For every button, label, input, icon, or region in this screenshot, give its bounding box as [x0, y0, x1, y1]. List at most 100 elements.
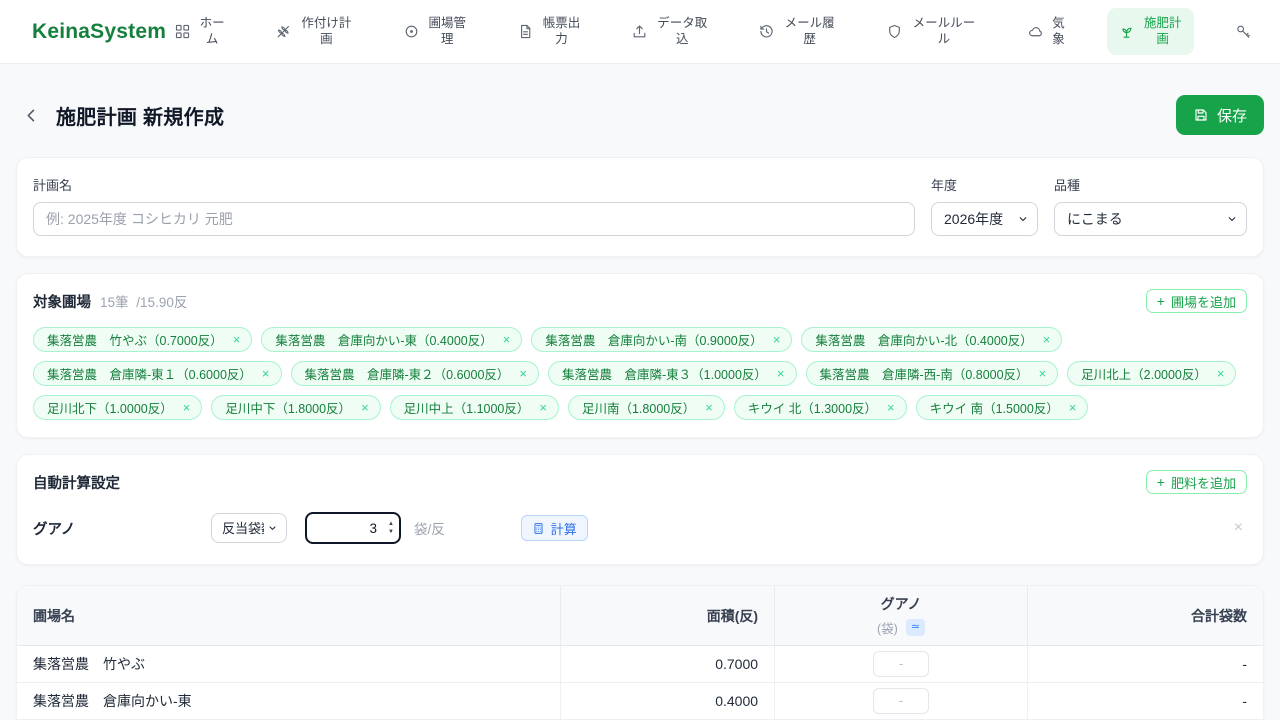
nav-item-planting-plan[interactable]: 作付け計画: [267, 9, 361, 54]
bags-per-tan-stepper: [305, 512, 401, 544]
nav-item-fertilization-plan[interactable]: 施肥計画: [1107, 8, 1194, 55]
col-header-total-bags: 合計袋数: [1027, 586, 1263, 646]
variety-select[interactable]: にこまる: [1054, 202, 1247, 236]
calculator-icon: [532, 522, 545, 535]
field-tag-label: 足川中上（1.1000反）: [404, 398, 530, 417]
remove-field-button[interactable]: [503, 333, 511, 346]
main-nav: ホーム 作付け計画 圃場管理 帳票出力 データ取込: [166, 8, 1280, 55]
add-field-button[interactable]: 圃場を追加: [1146, 289, 1247, 313]
field-tag-label: 集落営農 倉庫向かい-北（0.4000反）: [815, 330, 1032, 349]
remove-field-button[interactable]: [519, 367, 527, 380]
close-icon: [539, 401, 547, 414]
nav-item-key[interactable]: [1227, 16, 1260, 47]
plan-form-card: 計画名 年度 2026年度 品種 にこまる: [16, 157, 1264, 257]
col-header-field-name: 圃場名: [17, 586, 560, 646]
remove-field-button[interactable]: [1039, 367, 1047, 380]
nav-label: ホーム: [198, 16, 226, 47]
field-tag-label: 集落営農 竹やぶ（0.7000反）: [47, 330, 223, 349]
field-table-body: 集落営農 竹やぶ0.7000--集落営農 倉庫向かい-東0.4000--集落営農…: [17, 646, 1263, 720]
field-tag-label: 集落営農 倉庫隣-東１（0.6000反）: [47, 364, 252, 383]
field-table: 圃場名 面積(反) グアノ (袋) ≃ 合計袋数 集落営農 竹やぶ0.7000-…: [17, 586, 1263, 720]
remove-field-button[interactable]: [233, 333, 241, 346]
sprout-icon: [1118, 23, 1135, 40]
cloud-icon: [1027, 23, 1044, 40]
stepper-down-icon[interactable]: [388, 529, 394, 535]
back-button[interactable]: [20, 104, 43, 127]
close-icon: [1234, 519, 1243, 536]
calculate-button[interactable]: 計算: [521, 515, 588, 541]
plus-icon: [1157, 475, 1165, 490]
field-tag: 集落営農 倉庫向かい-東（0.4000反）: [261, 327, 522, 352]
field-tag: 集落営農 倉庫隣-東１（0.6000反）: [33, 361, 282, 386]
nav-item-weather[interactable]: 気象: [1019, 9, 1074, 54]
guano-bags-input[interactable]: -: [873, 651, 929, 677]
remove-field-button[interactable]: [773, 333, 781, 346]
nav-item-data-import[interactable]: データ取込: [623, 9, 717, 54]
nav-label: 施肥計画: [1142, 16, 1183, 47]
variety-label: 品種: [1054, 175, 1247, 194]
fertilizer-row: グアノ 反当袋数 袋/反 計算: [33, 512, 1247, 544]
document-icon: [517, 23, 534, 40]
remove-fertilizer-button[interactable]: [1230, 519, 1247, 537]
field-tag: 集落営農 倉庫向かい-北（0.4000反）: [801, 327, 1062, 352]
remove-field-button[interactable]: [539, 401, 547, 414]
close-icon: [361, 401, 369, 414]
chevron-left-icon: [22, 106, 41, 125]
nav-item-field-management[interactable]: 圃場管理: [395, 9, 476, 54]
field-tag-label: 集落営農 倉庫向かい-東（0.4000反）: [275, 330, 492, 349]
nav-item-mail-rules[interactable]: メールルール: [878, 9, 986, 54]
year-select[interactable]: 2026年度: [931, 202, 1038, 236]
remove-field-button[interactable]: [183, 401, 191, 414]
remove-field-button[interactable]: [705, 401, 713, 414]
nav-item-report-output[interactable]: 帳票出力: [509, 9, 590, 54]
auto-calc-card: 自動計算設定 肥料を追加 グアノ 反当袋数: [16, 454, 1264, 565]
remove-field-button[interactable]: [1043, 333, 1051, 346]
nav-label: メールルール: [910, 16, 978, 47]
field-tag: 足川中下（1.8000反）: [211, 395, 380, 420]
plan-name-label: 計画名: [33, 175, 915, 194]
target-fields-card: 対象圃場 15筆 /15.90反 圃場を追加 集落営農 竹やぶ（0.7000反）…: [16, 273, 1264, 438]
close-icon: [1217, 367, 1225, 380]
fertilizer-name: グアノ: [33, 518, 211, 539]
stepper-up-icon[interactable]: [388, 521, 394, 527]
add-field-label: 圃場を追加: [1171, 292, 1236, 311]
field-tag-label: キウイ 北（1.3000反）: [748, 398, 877, 417]
close-icon: [1069, 401, 1077, 414]
close-icon: [1043, 333, 1051, 346]
field-tag-label: 集落営農 倉庫隣-西-南（0.8000反）: [820, 364, 1029, 383]
field-tag: 集落営農 倉庫向かい-南（0.9000反）: [531, 327, 792, 352]
add-fertilizer-button[interactable]: 肥料を追加: [1146, 470, 1247, 494]
close-icon: [183, 401, 191, 414]
field-tag-label: 足川南（1.8000反）: [582, 398, 695, 417]
close-icon: [1039, 367, 1047, 380]
calc-mode-select[interactable]: 反当袋数: [211, 513, 287, 543]
remove-field-button[interactable]: [1217, 367, 1225, 380]
field-table-card: 圃場名 面積(反) グアノ (袋) ≃ 合計袋数 集落営農 竹やぶ0.7000-…: [16, 585, 1264, 720]
field-tag-label: キウイ 南（1.5000反）: [930, 398, 1059, 417]
target-fields-summary: 15筆 /15.90反: [100, 291, 187, 311]
bags-per-tan-input[interactable]: [307, 514, 399, 542]
field-tag-list: 集落営農 竹やぶ（0.7000反） 集落営農 倉庫向かい-東（0.4000反） 集落…: [33, 327, 1247, 420]
close-icon: [705, 401, 713, 414]
remove-field-button[interactable]: [887, 401, 895, 414]
add-fertilizer-label: 肥料を追加: [1171, 473, 1236, 492]
col-header-guano: グアノ (袋) ≃: [775, 586, 1028, 646]
remove-field-button[interactable]: [361, 401, 369, 414]
nav-label: メール履歴: [782, 16, 836, 47]
remove-field-button[interactable]: [1069, 401, 1077, 414]
approx-badge[interactable]: ≃: [906, 619, 925, 635]
guano-cell: -: [775, 646, 1028, 683]
nav-item-mail-history[interactable]: メール履歴: [750, 9, 844, 54]
plan-name-input[interactable]: [33, 202, 915, 236]
remove-field-button[interactable]: [777, 367, 785, 380]
remove-field-button[interactable]: [262, 367, 270, 380]
save-button[interactable]: 保存: [1176, 95, 1264, 135]
year-label: 年度: [931, 175, 1038, 194]
save-floppy-icon: [1193, 107, 1209, 123]
field-tag-label: 集落営農 倉庫隣-東３（1.0000反）: [562, 364, 767, 383]
home-grid-icon: [174, 23, 191, 40]
stepper-arrows: [388, 521, 394, 535]
nav-item-home[interactable]: ホーム: [166, 9, 234, 54]
guano-bags-input[interactable]: -: [873, 688, 929, 714]
table-row: 集落営農 竹やぶ0.7000--: [17, 646, 1263, 683]
